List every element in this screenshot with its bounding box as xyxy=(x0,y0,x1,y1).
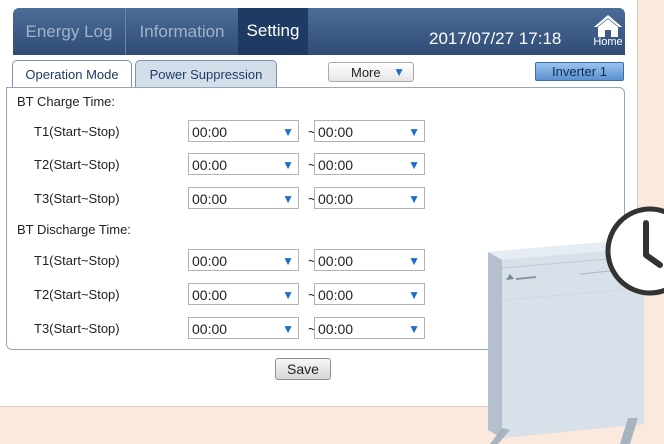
triangle-down-icon: ▼ xyxy=(393,65,405,79)
triangle-down-icon: ▼ xyxy=(282,192,294,206)
save-button[interactable]: Save xyxy=(275,358,331,380)
tab-energy-log[interactable]: Energy Log xyxy=(13,8,126,55)
select-value: 00:00 xyxy=(318,321,354,337)
select-value: 00:00 xyxy=(192,253,228,269)
home-icon xyxy=(594,15,622,37)
triangle-down-icon: ▼ xyxy=(408,192,420,206)
charge-t1-start-select[interactable]: 00:00 ▼ xyxy=(188,120,299,142)
charge-time-title: BT Charge Time: xyxy=(17,94,116,109)
triangle-down-icon: ▼ xyxy=(408,322,420,336)
triangle-down-icon: ▼ xyxy=(282,158,294,172)
clock-icon xyxy=(605,206,664,296)
charge-t3-label: T3(Start~Stop) xyxy=(34,191,120,206)
select-value: 00:00 xyxy=(318,124,354,140)
select-value: 00:00 xyxy=(192,157,228,173)
tab-information[interactable]: Information xyxy=(126,8,238,55)
triangle-down-icon: ▼ xyxy=(408,288,420,302)
inverter-select-button[interactable]: Inverter 1 xyxy=(535,62,624,81)
home-button[interactable]: Home xyxy=(591,12,625,52)
triangle-down-icon: ▼ xyxy=(282,125,294,139)
charge-t3-stop-select[interactable]: 00:00 ▼ xyxy=(314,187,425,209)
subtab-operation-mode[interactable]: Operation Mode xyxy=(12,60,132,87)
discharge-t1-label: T1(Start~Stop) xyxy=(34,253,120,268)
charge-t1-label: T1(Start~Stop) xyxy=(34,124,120,139)
select-value: 00:00 xyxy=(192,191,228,207)
triangle-down-icon: ▼ xyxy=(408,254,420,268)
more-dropdown[interactable]: More ▼ xyxy=(328,62,414,82)
discharge-time-title: BT Discharge Time: xyxy=(17,222,131,237)
charge-t1-stop-select[interactable]: 00:00 ▼ xyxy=(314,120,425,142)
top-navigation-bar: Energy Log Information Setting 2017/07/2… xyxy=(13,8,625,55)
select-value: 00:00 xyxy=(192,287,228,303)
subtab-power-suppression[interactable]: Power Suppression xyxy=(135,60,277,87)
select-value: 00:00 xyxy=(192,124,228,140)
discharge-t1-start-select[interactable]: 00:00 ▼ xyxy=(188,249,299,271)
select-value: 00:00 xyxy=(318,253,354,269)
select-value: 00:00 xyxy=(318,191,354,207)
discharge-t3-start-select[interactable]: 00:00 ▼ xyxy=(188,317,299,339)
select-value: 00:00 xyxy=(318,157,354,173)
charge-t2-label: T2(Start~Stop) xyxy=(34,157,120,172)
discharge-t1-stop-select[interactable]: 00:00 ▼ xyxy=(314,249,425,271)
triangle-down-icon: ▼ xyxy=(408,158,420,172)
charge-t2-start-select[interactable]: 00:00 ▼ xyxy=(188,153,299,175)
charge-t2-stop-select[interactable]: 00:00 ▼ xyxy=(314,153,425,175)
discharge-t2-label: T2(Start~Stop) xyxy=(34,287,120,302)
more-dropdown-label: More xyxy=(351,65,381,80)
triangle-down-icon: ▼ xyxy=(282,254,294,268)
current-datetime: 2017/07/27 17:18 xyxy=(429,29,562,48)
discharge-t3-stop-select[interactable]: 00:00 ▼ xyxy=(314,317,425,339)
discharge-t3-label: T3(Start~Stop) xyxy=(34,321,120,336)
home-label: Home xyxy=(593,36,623,48)
triangle-down-icon: ▼ xyxy=(408,125,420,139)
select-value: 00:00 xyxy=(192,321,228,337)
discharge-t2-start-select[interactable]: 00:00 ▼ xyxy=(188,283,299,305)
select-value: 00:00 xyxy=(318,287,354,303)
triangle-down-icon: ▼ xyxy=(282,322,294,336)
discharge-t2-stop-select[interactable]: 00:00 ▼ xyxy=(314,283,425,305)
tab-setting[interactable]: Setting xyxy=(238,8,308,55)
triangle-down-icon: ▼ xyxy=(282,288,294,302)
charge-t3-start-select[interactable]: 00:00 ▼ xyxy=(188,187,299,209)
